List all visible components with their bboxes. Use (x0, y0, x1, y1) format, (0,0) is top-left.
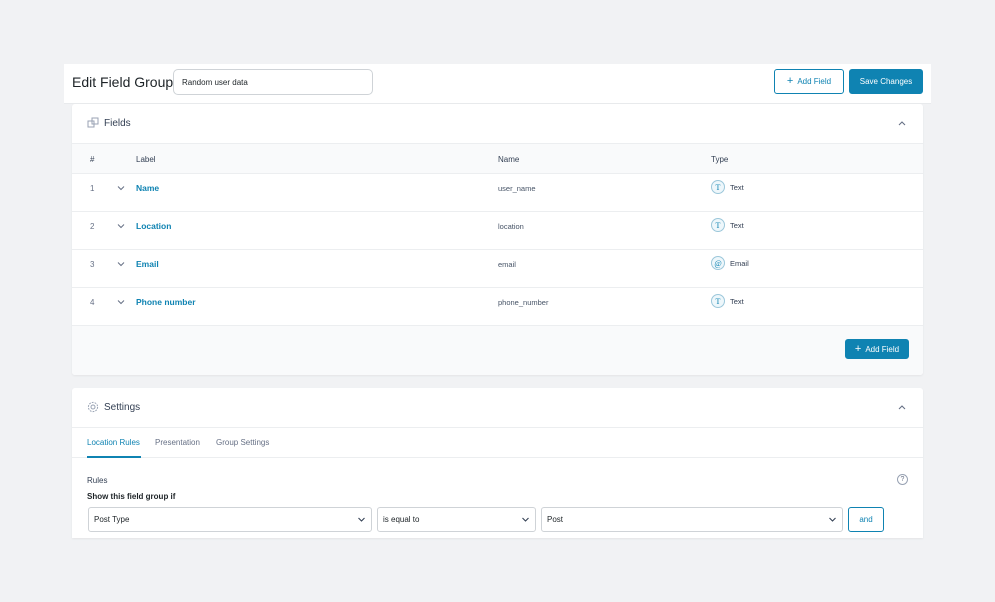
save-changes-label: Save Changes (859, 77, 913, 86)
field-name: phone_number (498, 298, 549, 307)
table-row[interactable]: 2 Location location T Text (72, 212, 923, 250)
field-label-link[interactable]: Email (136, 259, 159, 269)
header-add-field-label: Add Field (797, 77, 832, 86)
settings-panel-title: Settings (104, 402, 141, 413)
fields-panel-header[interactable]: Fields (72, 104, 923, 144)
row-number: 4 (90, 298, 95, 307)
chevron-down-icon[interactable] (117, 260, 125, 268)
fields-panel-title: Fields (104, 118, 131, 129)
settings-panel-header[interactable]: Settings (72, 388, 923, 428)
field-label-link[interactable]: Location (136, 221, 171, 231)
gear-icon (87, 401, 99, 413)
text-type-icon: T (711, 294, 725, 308)
fields-panel: Fields # Label Name Type 1 Name user_nam… (72, 104, 923, 375)
field-type-label: Email (730, 258, 749, 268)
field-name: email (498, 260, 516, 269)
col-name: Name (498, 155, 520, 164)
save-changes-button[interactable]: Save Changes (849, 69, 923, 94)
field-type-label: Text (730, 220, 744, 230)
field-name: location (498, 222, 524, 231)
row-number: 1 (90, 184, 95, 193)
col-label: Label (136, 155, 156, 164)
chevron-down-icon (522, 517, 529, 522)
rules-subheading: Show this field group if (87, 492, 176, 501)
field-name: user_name (498, 184, 536, 193)
row-number: 3 (90, 260, 95, 269)
row-number: 2 (90, 222, 95, 231)
field-label-link[interactable]: Phone number (136, 297, 196, 307)
field-type-label: Text (730, 182, 744, 192)
active-tab-indicator (87, 456, 141, 458)
rules-label: Rules (87, 476, 108, 485)
rule-operator-select[interactable]: is equal to (377, 507, 536, 532)
chevron-down-icon[interactable] (117, 222, 125, 230)
text-type-icon: T (711, 180, 725, 194)
fields-panel-footer: + Add Field (72, 326, 923, 375)
chevron-down-icon[interactable] (117, 298, 125, 306)
fields-puzzle-icon (87, 117, 99, 128)
table-row[interactable]: 1 Name user_name T Text (72, 174, 923, 212)
footer-add-field-button[interactable]: + Add Field (845, 339, 909, 359)
col-type: Type (711, 155, 729, 164)
field-type: T Text (711, 218, 744, 232)
header-add-field-button[interactable]: + Add Field (774, 69, 844, 94)
page-title: Edit Field Group (72, 74, 174, 90)
tab-presentation[interactable]: Presentation (155, 438, 200, 447)
fields-table-header: # Label Name Type (72, 144, 923, 174)
table-row[interactable]: 4 Phone number phone_number T Text (72, 288, 923, 326)
chevron-down-icon[interactable] (117, 184, 125, 192)
rule-value-select[interactable]: Post (541, 507, 843, 532)
chevron-up-icon[interactable] (897, 402, 907, 412)
field-group-title-input[interactable] (173, 69, 373, 95)
tab-group-settings[interactable]: Group Settings (216, 438, 269, 447)
email-type-icon: @ (711, 256, 725, 270)
chevron-down-icon (358, 517, 365, 522)
rule-param-value: Post Type (94, 515, 130, 524)
rule-param-select[interactable]: Post Type (88, 507, 372, 532)
settings-panel: Settings Location Rules Presentation Gro… (72, 388, 923, 538)
rule-operator-value: is equal to (383, 515, 420, 524)
field-type-label: Text (730, 296, 744, 306)
col-num: # (90, 155, 95, 164)
settings-tabs: Location Rules Presentation Group Settin… (72, 428, 923, 458)
editor-header: Edit Field Group + Add Field Save Change… (64, 64, 931, 104)
field-label-link[interactable]: Name (136, 183, 159, 193)
chevron-down-icon (829, 517, 836, 522)
footer-add-field-label: Add Field (865, 344, 900, 354)
rule-value-value: Post (547, 515, 564, 524)
plus-icon: + (854, 342, 862, 355)
field-type: T Text (711, 180, 744, 194)
chevron-up-icon[interactable] (897, 118, 907, 128)
help-icon[interactable]: ? (897, 474, 908, 485)
text-type-icon: T (711, 218, 725, 232)
plus-icon: + (786, 75, 794, 87)
table-row[interactable]: 3 Email email @ Email (72, 250, 923, 288)
tab-location-rules[interactable]: Location Rules (87, 438, 140, 447)
and-rule-button[interactable]: and (848, 507, 884, 532)
field-type: T Text (711, 294, 744, 308)
field-type: @ Email (711, 256, 749, 270)
